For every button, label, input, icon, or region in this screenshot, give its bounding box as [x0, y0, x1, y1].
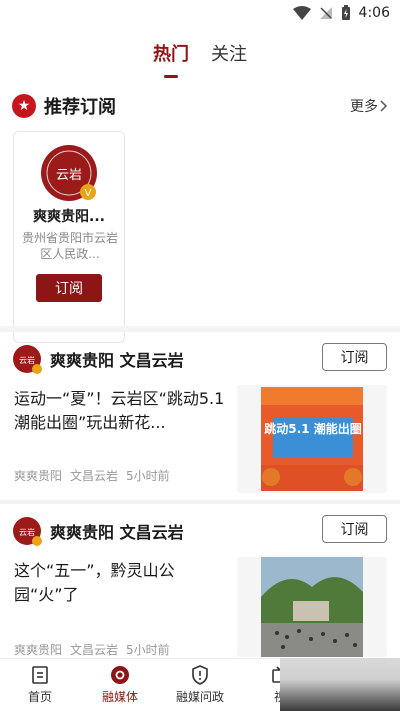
tab-hot[interactable]: 热门: [153, 40, 189, 72]
tab-follow[interactable]: 关注: [211, 40, 247, 72]
home-icon: [32, 666, 48, 684]
channel-name: 爽爽贵阳...: [33, 209, 105, 225]
svg-text:云岩: 云岩: [19, 355, 35, 365]
avatar[interactable]: 云岩: [12, 344, 42, 374]
more-label: 更多: [350, 99, 378, 115]
news-thumbnail[interactable]: [237, 557, 387, 657]
meta-channel: 文昌云岩: [70, 469, 119, 483]
corner-overlay: [280, 658, 400, 711]
star-icon: ★: [12, 94, 36, 118]
svg-text:云岩: 云岩: [19, 527, 35, 537]
thumb-text: 跳动5.1 潮能出圈: [264, 421, 361, 436]
meta-time: 5小时前: [126, 469, 170, 483]
news-header: 云岩 爽爽贵阳 文昌云岩: [12, 343, 184, 375]
subscribe-button[interactable]: 订阅: [322, 343, 387, 371]
news-author[interactable]: 爽爽贵阳 文昌云岩: [50, 519, 184, 543]
no-signal-icon: [319, 7, 332, 19]
svg-text:V: V: [85, 188, 92, 199]
subscribe-button[interactable]: 订阅: [322, 515, 387, 543]
wifi-icon: [292, 6, 311, 20]
nav-home[interactable]: 首页: [0, 659, 80, 711]
status-time: 4:06: [358, 5, 390, 21]
news-item[interactable]: 云岩 爽爽贵阳 文昌云岩 订阅 运动一“夏”！云岩区“跳动5.1 潮能出圈”玩出…: [0, 343, 400, 503]
nav-politics[interactable]: 融媒问政: [160, 659, 240, 711]
news-meta: 爽爽贵阳 文昌云岩 5小时前: [14, 467, 170, 484]
event-photo: 跳动5.1 潮能出圈: [237, 385, 387, 493]
chevron-right-icon: [380, 100, 388, 112]
nav-label: 首页: [27, 690, 52, 704]
media-icon: [111, 666, 129, 684]
meta-channel: 文昌云岩: [70, 643, 119, 657]
channel-logo: 云岩 V: [41, 145, 97, 201]
status-bar: 4:06: [0, 0, 400, 28]
news-item[interactable]: 云岩 爽爽贵阳 文昌云岩 订阅 这个“五一”，黔灵山公园“火”了 爽爽贵阳 文昌…: [0, 515, 400, 658]
nav-label: 融媒问政: [175, 690, 224, 704]
news-title[interactable]: 运动一“夏”！云岩区“跳动5.1 潮能出圈”玩出新花...: [14, 387, 228, 435]
news-thumbnail[interactable]: 跳动5.1 潮能出圈: [237, 385, 387, 493]
park-photo: [237, 557, 387, 657]
shield-icon: [192, 665, 208, 685]
recommend-title: 推荐订阅: [44, 97, 116, 118]
meta-source: 爽爽贵阳: [14, 469, 63, 483]
nav-media[interactable]: 融媒体: [80, 659, 160, 711]
section-divider: [0, 326, 400, 332]
news-title[interactable]: 这个“五一”，黔灵山公园“火”了: [14, 559, 228, 607]
section-divider: [0, 500, 400, 504]
meta-source: 爽爽贵阳: [14, 643, 63, 657]
recommend-header: ★ 推荐订阅 更多: [12, 92, 388, 120]
news-author[interactable]: 爽爽贵阳 文昌云岩: [50, 347, 184, 371]
nav-label: 融媒体: [101, 690, 138, 704]
news-meta: 爽爽贵阳 文昌云岩 5小时前: [14, 641, 170, 658]
channel-desc: 贵州省贵阳市云岩区人民政...: [22, 231, 119, 261]
more-link[interactable]: 更多: [350, 96, 388, 116]
avatar[interactable]: 云岩: [12, 516, 42, 546]
battery-icon: [341, 5, 350, 20]
subscribe-button[interactable]: 订阅: [36, 274, 102, 302]
logo-text: 云岩: [56, 168, 82, 183]
top-tabs: 热门 关注: [0, 40, 400, 80]
meta-time: 5小时前: [126, 643, 170, 657]
news-header: 云岩 爽爽贵阳 文昌云岩: [12, 515, 184, 547]
recommend-card[interactable]: 云岩 V 爽爽贵阳... 贵州省贵阳市云岩区人民政... 订阅: [13, 131, 125, 343]
